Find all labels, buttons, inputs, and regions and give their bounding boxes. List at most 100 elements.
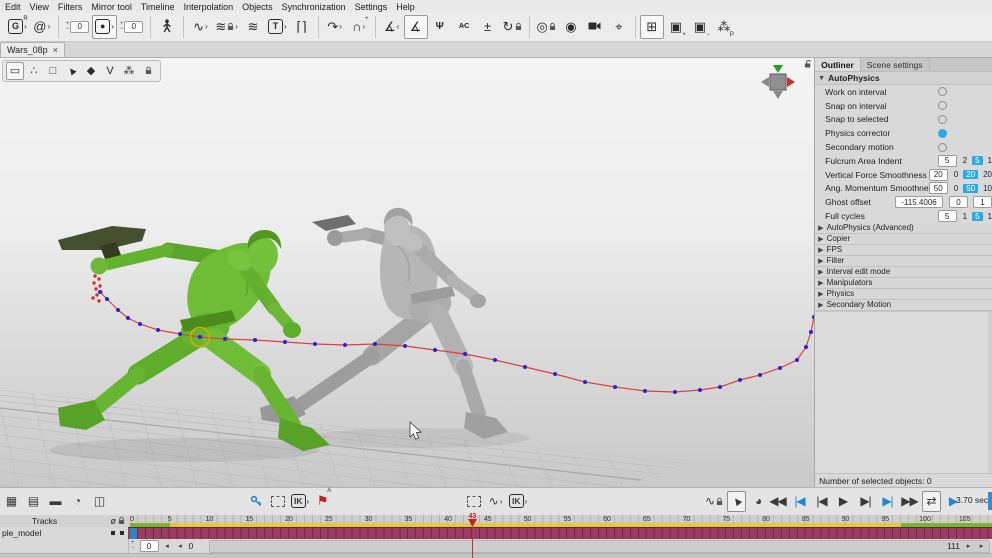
lock-icon[interactable] xyxy=(118,516,125,527)
camera-lock-icon[interactable] xyxy=(804,59,812,71)
option-value[interactable]: 0 xyxy=(954,170,958,179)
pivot-target-button[interactable]: ◉ xyxy=(559,15,583,39)
panel-tab-outliner[interactable]: Outliner xyxy=(815,58,861,71)
interval-clock-button[interactable]: ◔ xyxy=(68,491,87,512)
interval-spin-right[interactable]: + −0 xyxy=(117,15,147,39)
cycle-timer-button[interactable]: ↻ xyxy=(500,15,525,39)
scene-tab[interactable]: Wars_08p × xyxy=(0,42,65,57)
menu-interpolation[interactable]: Interpolation xyxy=(184,2,234,12)
minus-icon[interactable]: − xyxy=(131,545,135,551)
view-lock-button[interactable] xyxy=(139,62,157,80)
toggle-snap-on-interval[interactable] xyxy=(938,101,948,111)
input-vertical-force-smoothness[interactable]: 20 xyxy=(928,168,948,181)
trajectory-point[interactable] xyxy=(493,358,497,362)
trajectory-point[interactable] xyxy=(738,378,742,382)
trajectory-point[interactable] xyxy=(795,358,799,362)
playhead-marker[interactable]: 43 xyxy=(467,513,477,527)
ghost-pose-button[interactable]: ∡ xyxy=(403,14,428,39)
playhead-line[interactable] xyxy=(471,527,473,558)
section-interval-edit-mode[interactable]: ▶ Interval edit mode xyxy=(815,266,992,278)
pin-add-button[interactable]: ± xyxy=(476,15,500,39)
remove-viewport-button[interactable]: ▣ − xyxy=(688,15,712,39)
menu-help[interactable]: Help xyxy=(396,2,415,12)
green-character[interactable] xyxy=(58,226,330,451)
option-value[interactable]: 1 xyxy=(988,156,992,165)
section-copier[interactable]: ▶ Copier xyxy=(815,233,992,245)
section-fps[interactable]: ▶ FPS xyxy=(815,244,992,256)
filter-curve-button[interactable]: ∿ › xyxy=(486,491,505,512)
axis-gizmo[interactable] xyxy=(756,60,800,102)
trajectory-point[interactable] xyxy=(433,348,437,352)
trajectory-point[interactable] xyxy=(253,338,257,342)
ghost-back-button[interactable]: ∡ ‹ xyxy=(380,15,404,39)
trajectory-point[interactable] xyxy=(198,335,202,339)
menu-mirror-tool[interactable]: Mirror tool xyxy=(91,2,132,12)
rewind-button[interactable]: ◀◀ xyxy=(768,491,787,512)
panel-scrollbar[interactable] xyxy=(988,311,992,473)
grid-view-button[interactable]: ⊞ xyxy=(639,14,664,39)
ghost-character[interactable] xyxy=(260,207,508,439)
rotate-interpolation-button[interactable]: ↷ › xyxy=(323,15,347,39)
track-mute-toggle[interactable] xyxy=(111,531,115,535)
fast-forward-button[interactable]: ▶▶ xyxy=(900,491,919,512)
trajectory-point[interactable] xyxy=(523,365,527,369)
trajectory-point[interactable] xyxy=(553,372,557,376)
option-value[interactable]: 1 xyxy=(988,212,992,221)
toggle-work-on-interval[interactable] xyxy=(938,87,948,97)
prev-frame-button[interactable]: |◀ xyxy=(812,491,831,512)
auto-key-button[interactable]: A xyxy=(246,488,331,512)
autophysics-section-header[interactable]: ▼ AutoPhysics xyxy=(815,72,992,85)
interval-spin-left-value[interactable]: 0 xyxy=(70,20,90,33)
step-back2-button[interactable]: ◂ xyxy=(176,542,185,551)
play-button[interactable]: ▶ xyxy=(834,491,853,512)
timeline-scrollbar[interactable]: 111 ▸ ▸ xyxy=(209,539,990,553)
trajectory-point[interactable] xyxy=(156,328,160,332)
toggle-secondary-motion[interactable] xyxy=(938,142,948,152)
option-value[interactable]: 2 xyxy=(963,156,967,165)
trajectory-point[interactable] xyxy=(613,385,617,389)
add-arc-button[interactable]: ∩ + › xyxy=(347,15,371,39)
retime-tool-button[interactable]: @ › xyxy=(30,15,54,39)
add-interval-button[interactable]: ▦ xyxy=(2,491,21,512)
focus-frame-button[interactable]: ⌖ xyxy=(607,15,631,39)
track-row[interactable]: ple_model xyxy=(0,527,129,539)
orbit-lock-button[interactable]: ◎ xyxy=(534,15,559,39)
trajectory-point[interactable] xyxy=(812,315,815,319)
menu-settings[interactable]: Settings xyxy=(355,2,388,12)
input-full-cycles[interactable]: 5 xyxy=(937,210,957,223)
frame-select2-button[interactable] xyxy=(464,491,483,512)
split-interval-button[interactable]: ◫ xyxy=(90,491,109,512)
trajectory-point[interactable] xyxy=(373,342,377,346)
trajectory-point[interactable] xyxy=(809,330,813,334)
selection-cursor-button[interactable]: ▲ xyxy=(727,490,747,512)
trajectory-point[interactable] xyxy=(178,332,182,336)
bracket-range-button[interactable]: ⌈⌉ xyxy=(290,15,314,39)
option-value[interactable]: 5 xyxy=(972,156,983,166)
add-viewport-button[interactable]: ▣ + xyxy=(664,15,688,39)
select-arrow-tool-button[interactable]: ▲ xyxy=(63,62,81,80)
trajectory-point[interactable] xyxy=(804,345,808,349)
frame-select-button[interactable] xyxy=(268,491,287,512)
scene-canvas[interactable] xyxy=(0,58,815,487)
jump-start-button[interactable]: |◀ xyxy=(790,491,809,512)
option-value[interactable]: 50 xyxy=(963,183,979,193)
pose-paint-button[interactable]: ◕ xyxy=(749,491,768,512)
section-manipulators[interactable]: ▶ Manipulators xyxy=(815,277,992,289)
scroll-right-button[interactable]: ▸ xyxy=(964,542,973,551)
close-icon[interactable]: × xyxy=(53,45,58,55)
frame-cells[interactable] xyxy=(128,527,992,540)
trajectory-point[interactable] xyxy=(138,322,142,326)
option-value[interactable]: 5 xyxy=(972,211,983,221)
curves-flow-button[interactable]: ≋ xyxy=(241,15,265,39)
wireframe-tool-button[interactable]: □ xyxy=(44,62,62,80)
camera-button[interactable] xyxy=(583,15,607,39)
trajectory-point[interactable] xyxy=(223,337,227,341)
toggle-snap-to-selected[interactable] xyxy=(938,114,948,124)
fill-interval-button[interactable]: ▬ xyxy=(46,491,65,512)
visibility-off-icon[interactable]: ø xyxy=(111,516,117,526)
joints-tool-button[interactable]: ⁂ xyxy=(120,62,138,80)
option-value[interactable]: 10 xyxy=(983,184,992,193)
trajectory-point[interactable] xyxy=(313,342,317,346)
track-lock-toggle[interactable] xyxy=(120,531,124,535)
option-value[interactable]: 0 xyxy=(954,184,958,193)
